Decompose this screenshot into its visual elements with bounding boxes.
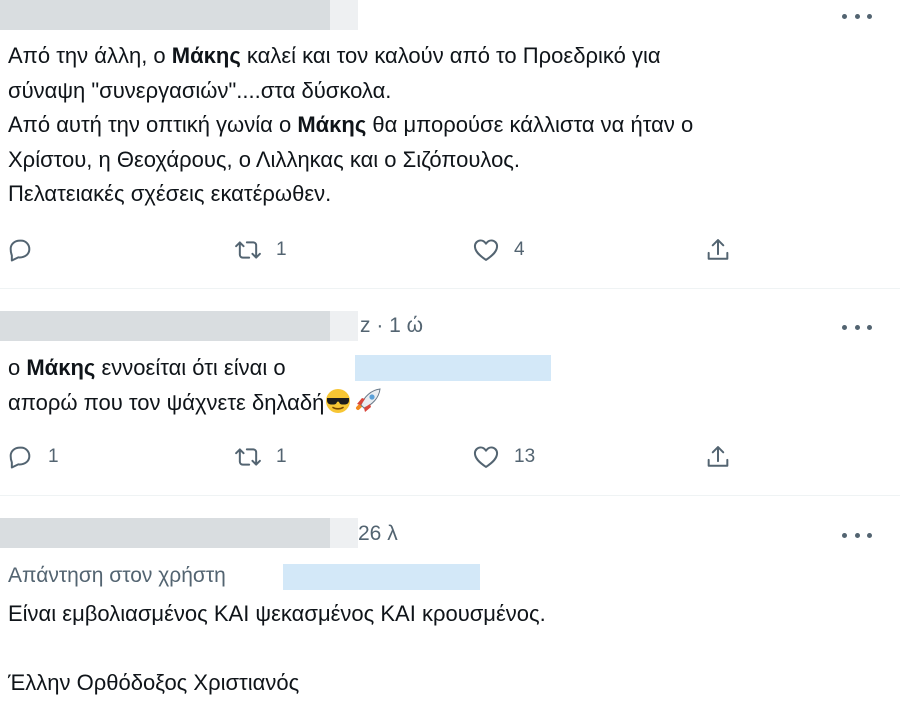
more-icon — [842, 13, 847, 19]
share-button[interactable] — [704, 439, 732, 475]
tweet-text: ο Μάκης εννοείται ότι είναι ο απορώ που … — [8, 351, 384, 424]
retweet-button[interactable]: 1 — [234, 232, 287, 268]
like-count: 4 — [514, 239, 525, 260]
tweet-text-line: Χρίστου, η Θεοχάρους, ο Λιλληκας και ο Σ… — [8, 146, 521, 172]
tweet-actions: 1 4 — [0, 232, 900, 268]
more-options-button[interactable] — [842, 317, 872, 337]
tweet-timestamp[interactable]: 26 λ — [358, 522, 398, 546]
tweet-2[interactable]: z · 1 ώ ο Μάκης εννοείται ότι είναι ο απ… — [0, 289, 900, 495]
retweet-icon — [235, 448, 261, 466]
tweet-text-line: Είναι εμβολιασμένος ΚΑΙ ψεκασμένος ΚΑΙ κ… — [8, 601, 546, 626]
reply-icon — [9, 239, 31, 262]
like-icon — [473, 446, 499, 468]
retweet-icon — [235, 241, 261, 259]
tweet-text-line: Πελατειακές σχέσεις εκατέρωθεν. — [8, 181, 332, 206]
tweet-text-line: Από την άλλη, ο Μάκης καλεί και τον καλο… — [8, 43, 661, 68]
mention-bold: Μάκης — [26, 355, 96, 380]
redacted-author — [0, 311, 330, 341]
tweet-text-line: σύναψη "συνεργασιών"....στα δύσκολα. — [8, 77, 392, 103]
reply-icon — [9, 446, 31, 469]
like-button[interactable]: 4 — [472, 232, 525, 268]
redacted-author-fade — [330, 0, 358, 30]
tweet-text: Είναι εμβολιασμένος ΚΑΙ ψεκασμένος ΚΑΙ κ… — [8, 597, 546, 700]
tweet-text-line: Έλλην Ορθόδοξος Χριστιανός — [8, 669, 300, 695]
tweet-1[interactable]: Από την άλλη, ο Μάκης καλεί και τον καλο… — [0, 0, 900, 288]
retweet-count: 1 — [276, 446, 287, 467]
retweet-count: 1 — [276, 239, 287, 260]
reply-button[interactable] — [6, 232, 48, 268]
more-options-button[interactable] — [842, 6, 872, 26]
like-icon — [473, 239, 499, 261]
tweet-timestamp[interactable]: z · 1 ώ — [360, 314, 423, 338]
more-icon — [842, 532, 847, 538]
redacted-author — [0, 518, 330, 548]
mention-bold: Μάκης — [171, 43, 241, 68]
retweet-button[interactable]: 1 — [234, 439, 287, 475]
redacted-reply-handle[interactable] — [283, 564, 480, 590]
redacted-mention — [355, 355, 551, 381]
like-count: 13 — [514, 446, 536, 467]
redacted-author-fade — [330, 311, 358, 341]
rocket-emoji-icon — [352, 386, 384, 425]
tweet-actions: 1 1 13 — [0, 439, 900, 475]
tweet-text-blank — [8, 632, 546, 666]
share-button[interactable] — [704, 232, 732, 268]
tweet-text: Από την άλλη, ο Μάκης καλεί και τον καλο… — [8, 39, 693, 212]
reply-button[interactable]: 1 — [6, 439, 59, 475]
replying-to-label: Απάντηση στον χρήστη — [8, 564, 226, 587]
more-options-button[interactable] — [842, 525, 872, 545]
tweet-text-line: απορώ που τον ψάχνετε δηλαδή — [8, 386, 384, 425]
mention-bold: Μάκης — [297, 112, 367, 137]
share-icon — [707, 239, 729, 260]
sunglasses-emoji-icon — [324, 388, 352, 425]
tweet-3[interactable]: 26 λ Απάντηση στον χρήστη Είναι εμβολιασ… — [0, 496, 900, 719]
share-icon — [707, 446, 729, 467]
more-icon — [842, 324, 847, 330]
tweet-text-line: ο Μάκης εννοείται ότι είναι ο — [8, 355, 286, 380]
tweet-text-line: Από αυτή την οπτική γωνία ο Μάκης θα μπο… — [8, 112, 694, 137]
reply-count: 1 — [48, 446, 59, 467]
like-button[interactable]: 13 — [472, 439, 535, 475]
redacted-author — [0, 0, 330, 30]
redacted-author-fade — [330, 518, 358, 548]
